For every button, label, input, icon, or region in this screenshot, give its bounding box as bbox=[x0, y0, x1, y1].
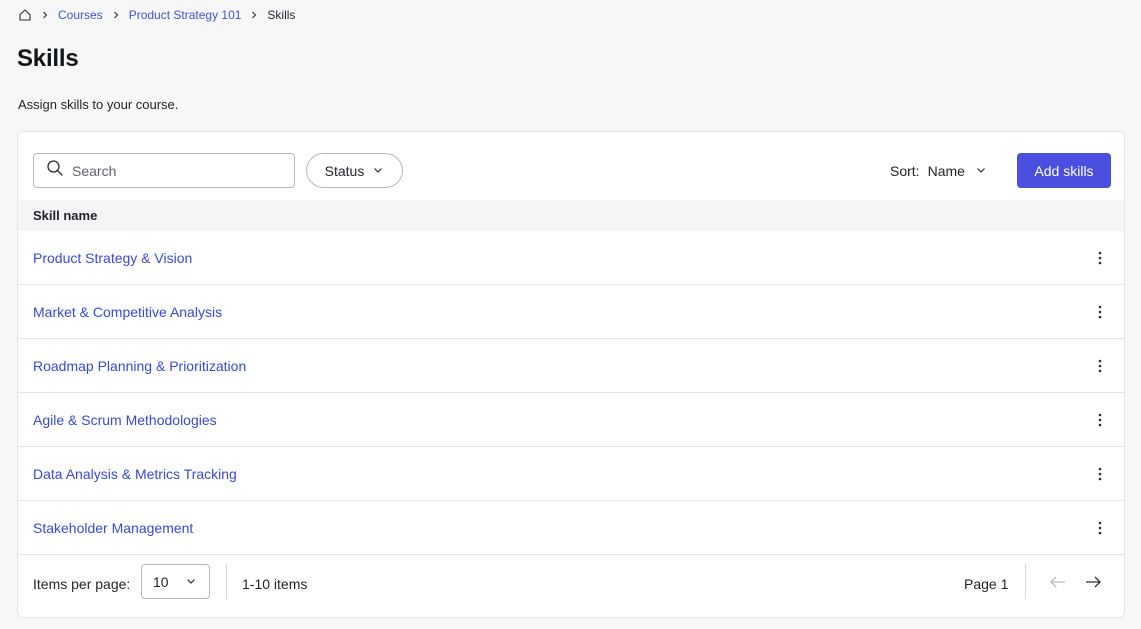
items-range: 1-10 items bbox=[242, 576, 308, 592]
skills-list: Product Strategy & Vision Market & Compe… bbox=[18, 231, 1124, 555]
skill-link[interactable]: Product Strategy & Vision bbox=[33, 250, 192, 266]
pagination-footer: Items per page: 10 1-10 items Page 1 bbox=[18, 554, 1124, 617]
search-input[interactable] bbox=[72, 162, 282, 179]
table-row: Product Strategy & Vision bbox=[18, 231, 1124, 285]
page-indicator: Page 1 bbox=[964, 576, 1009, 592]
sort-label: Sort: bbox=[890, 162, 920, 179]
chevron-down-icon bbox=[185, 574, 197, 590]
skill-link[interactable]: Market & Competitive Analysis bbox=[33, 304, 222, 320]
sort-dropdown[interactable]: Sort: Name bbox=[890, 153, 987, 188]
divider bbox=[226, 564, 227, 599]
more-options-icon[interactable] bbox=[1090, 302, 1110, 322]
sort-value: Name bbox=[927, 162, 965, 179]
items-per-page-label: Items per page: bbox=[33, 576, 131, 592]
page: Courses Product Strategy 101 Skills Skil… bbox=[0, 0, 1141, 629]
breadcrumb-link-course[interactable]: Product Strategy 101 bbox=[129, 8, 242, 22]
arrow-right-icon[interactable] bbox=[1083, 572, 1103, 592]
chevron-right-icon bbox=[247, 8, 261, 22]
page-subtitle: Assign skills to your course. bbox=[18, 97, 179, 112]
more-options-icon[interactable] bbox=[1090, 410, 1110, 430]
chevron-right-icon bbox=[38, 8, 52, 22]
items-per-page-value: 10 bbox=[153, 573, 169, 590]
skill-link[interactable]: Stakeholder Management bbox=[33, 520, 193, 536]
chevron-right-icon bbox=[109, 8, 123, 22]
chevron-down-icon bbox=[975, 163, 987, 179]
breadcrumb-link-courses[interactable]: Courses bbox=[58, 8, 103, 22]
column-header-skill-name: Skill name bbox=[18, 200, 1124, 231]
status-filter-button[interactable]: Status bbox=[306, 153, 403, 188]
divider bbox=[1025, 564, 1026, 599]
skill-link[interactable]: Agile & Scrum Methodologies bbox=[33, 412, 217, 428]
table-row: Market & Competitive Analysis bbox=[18, 285, 1124, 339]
page-title: Skills bbox=[17, 45, 79, 72]
skills-card: Status Sort: Name Add skills Skill name … bbox=[17, 131, 1125, 618]
status-filter-label: Status bbox=[324, 162, 365, 179]
more-options-icon[interactable] bbox=[1090, 356, 1110, 376]
more-options-icon[interactable] bbox=[1090, 518, 1110, 538]
skill-link[interactable]: Data Analysis & Metrics Tracking bbox=[33, 466, 237, 482]
add-skills-button[interactable]: Add skills bbox=[1017, 153, 1111, 188]
more-options-icon[interactable] bbox=[1090, 464, 1110, 484]
search-box[interactable] bbox=[33, 153, 295, 188]
table-row: Roadmap Planning & Prioritization bbox=[18, 339, 1124, 393]
search-icon bbox=[46, 159, 64, 182]
table-row: Stakeholder Management bbox=[18, 501, 1124, 555]
arrow-left-icon[interactable] bbox=[1048, 572, 1068, 592]
home-icon[interactable] bbox=[18, 8, 32, 22]
table-row: Data Analysis & Metrics Tracking bbox=[18, 447, 1124, 501]
breadcrumb: Courses Product Strategy 101 Skills bbox=[18, 7, 295, 23]
table-row: Agile & Scrum Methodologies bbox=[18, 393, 1124, 447]
skill-link[interactable]: Roadmap Planning & Prioritization bbox=[33, 358, 246, 374]
more-options-icon[interactable] bbox=[1090, 248, 1110, 268]
breadcrumb-current: Skills bbox=[267, 8, 296, 22]
items-per-page-select[interactable]: 10 bbox=[141, 564, 210, 599]
toolbar: Status Sort: Name Add skills bbox=[18, 132, 1124, 200]
chevron-down-icon bbox=[372, 163, 384, 179]
